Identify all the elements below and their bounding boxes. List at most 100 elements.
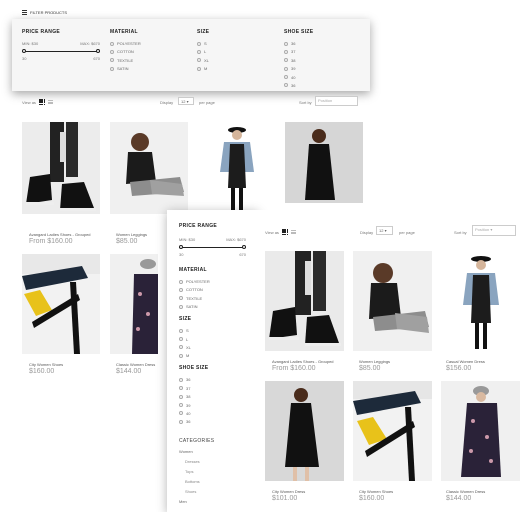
sort-select[interactable]: Position bbox=[315, 96, 358, 106]
product-image[interactable] bbox=[353, 381, 432, 481]
shoe-size-option[interactable]: 38 bbox=[284, 58, 313, 63]
sneakers-photo bbox=[269, 251, 341, 346]
shoe-size-filter: SHOE SIZE 36 37 38 39 40 36 bbox=[284, 29, 313, 91]
display-select[interactable]: 12 ▾ bbox=[178, 97, 194, 105]
size-option[interactable]: XL bbox=[197, 58, 209, 63]
yellow-shoes-photo bbox=[353, 381, 432, 481]
sidebar-size-option[interactable]: L bbox=[179, 337, 246, 342]
category-link[interactable]: Women bbox=[179, 449, 246, 454]
shoe-size-option[interactable]: 39 bbox=[284, 66, 313, 71]
filter-sidebar: PRICE RANGE MIN: $30 MAX: $670 30 670 MA… bbox=[167, 210, 258, 512]
product-image[interactable] bbox=[353, 251, 432, 351]
sidebar-shoe-size-option[interactable]: 38 bbox=[179, 394, 246, 399]
sidebar-material-option[interactable]: TEXTILE bbox=[179, 296, 246, 301]
sneakers-photo bbox=[26, 122, 96, 211]
material-option[interactable]: SATIN bbox=[110, 66, 141, 71]
list-view-icon[interactable] bbox=[291, 230, 297, 235]
product-name[interactable]: City Women Dress bbox=[272, 489, 305, 494]
category-link[interactable]: Bottoms bbox=[185, 479, 246, 484]
shoe-size-option[interactable]: 40 bbox=[284, 75, 313, 80]
front-display-select[interactable]: 12 ▾ bbox=[376, 226, 393, 235]
denim-jacket-photo bbox=[220, 127, 254, 212]
sidebar-shoe-size-option[interactable]: 37 bbox=[179, 386, 246, 391]
product-image[interactable] bbox=[110, 122, 188, 214]
sidebar-size-option[interactable]: M bbox=[179, 353, 246, 358]
product-image[interactable] bbox=[198, 122, 276, 214]
grid-view-icon[interactable] bbox=[281, 229, 289, 236]
product-image[interactable] bbox=[441, 381, 520, 481]
floral-dress-photo bbox=[461, 386, 501, 477]
sidebar-material-title: MATERIAL bbox=[179, 267, 207, 273]
front-product-area: View as Display 12 ▾ per page Sort by Po… bbox=[258, 210, 527, 512]
product-name[interactable]: City Women Shoes bbox=[29, 362, 63, 367]
shoe-size-option[interactable]: 37 bbox=[284, 49, 313, 54]
category-link[interactable]: Shoes bbox=[185, 489, 246, 494]
sort-by-label: Sort by bbox=[299, 100, 312, 105]
grid-view-icon[interactable] bbox=[38, 99, 46, 106]
view-as-label: View as bbox=[22, 99, 36, 105]
sidebar-shoe-size-option[interactable]: 40 bbox=[179, 411, 246, 416]
price-max-label: MAX: $670 bbox=[80, 41, 100, 46]
sidebar-shoe-size-option[interactable]: 36 bbox=[179, 419, 246, 424]
product-name[interactable]: Women Leggings bbox=[359, 359, 390, 364]
size-option[interactable]: S bbox=[197, 41, 209, 46]
price-min-label: MIN: $30 bbox=[22, 41, 39, 46]
price-range-filter: PRICE RANGE MIN: $30 MAX: $670 30 670 bbox=[22, 29, 100, 61]
list-view-icon[interactable] bbox=[48, 100, 54, 105]
sidebar-price-title: PRICE RANGE bbox=[179, 223, 218, 229]
product-name[interactable]: Avangard Ladies Shoes - Grouped bbox=[29, 232, 91, 237]
sidebar-shoe-size-option[interactable]: 36 bbox=[179, 377, 246, 382]
black-dress-photo bbox=[305, 129, 335, 200]
product-image[interactable] bbox=[441, 251, 520, 351]
view-as-control: View as bbox=[22, 99, 54, 106]
product-image[interactable] bbox=[22, 254, 100, 354]
product-image[interactable] bbox=[110, 254, 158, 354]
sidebar-slider-min-handle[interactable] bbox=[179, 245, 183, 249]
material-option[interactable]: POLYESTER bbox=[110, 41, 141, 46]
sidebar-material-option[interactable]: POLYESTER bbox=[179, 279, 246, 284]
shoe-size-option[interactable]: 36 bbox=[284, 41, 313, 46]
price-slider-min-handle[interactable] bbox=[22, 49, 26, 53]
product-price: $160.00 bbox=[29, 368, 55, 375]
sidebar-size-option[interactable]: S bbox=[179, 328, 246, 333]
category-link[interactable]: Men bbox=[179, 499, 246, 504]
material-option[interactable]: TEXTILE bbox=[110, 58, 141, 63]
floral-dress-photo bbox=[132, 259, 158, 354]
category-link[interactable]: Tops bbox=[185, 469, 246, 474]
sidebar-shoe-size-option[interactable]: 39 bbox=[179, 403, 246, 408]
front-per-page-label: per page bbox=[399, 230, 415, 235]
price-slider-max-handle[interactable] bbox=[96, 49, 100, 53]
front-sort-select[interactable]: Position ▾ bbox=[472, 225, 516, 236]
product-name[interactable]: Classic Women Dress bbox=[116, 362, 155, 367]
product-image[interactable] bbox=[22, 122, 100, 214]
product-image[interactable] bbox=[265, 251, 344, 351]
shoe-size-title: SHOE SIZE bbox=[284, 29, 314, 35]
price-slider[interactable] bbox=[22, 49, 100, 53]
product-name[interactable]: Women Leggings bbox=[116, 232, 147, 237]
leggings-photo bbox=[369, 263, 429, 333]
shoe-size-option[interactable]: 36 bbox=[284, 83, 313, 88]
size-option[interactable]: M bbox=[197, 66, 209, 71]
product-price: $144.00 bbox=[446, 495, 472, 502]
sidebar-size-option[interactable]: XL bbox=[179, 345, 246, 350]
product-name[interactable]: Casual Women Dress bbox=[446, 359, 485, 364]
sidebar-material-option[interactable]: SATIN bbox=[179, 304, 246, 309]
product-name[interactable]: Avangard Ladies Shoes - Grouped bbox=[272, 359, 334, 364]
sidebar-slider-max-handle[interactable] bbox=[242, 245, 246, 249]
product-image[interactable] bbox=[285, 122, 363, 203]
material-title: MATERIAL bbox=[110, 29, 138, 35]
sidebar-price-slider[interactable] bbox=[179, 245, 246, 249]
sidebar-material-option[interactable]: COTTON bbox=[179, 287, 246, 292]
size-option[interactable]: L bbox=[197, 49, 209, 54]
filter-products-label: FILTER PRODUCTS bbox=[30, 10, 68, 15]
product-image[interactable] bbox=[265, 381, 344, 481]
category-link[interactable]: Dresses bbox=[185, 459, 246, 464]
product-name[interactable]: City Women Shoes bbox=[359, 489, 393, 494]
product-price: From $160.00 bbox=[272, 365, 316, 372]
product-name[interactable]: Classic Women Dress bbox=[446, 489, 485, 494]
front-view-as: View as bbox=[265, 229, 297, 236]
sidebar-size-title: SIZE bbox=[179, 316, 192, 323]
material-filter: MATERIAL POLYESTER COTTON TEXTILE SATIN bbox=[110, 29, 141, 75]
filter-toggle[interactable]: FILTER PRODUCTS bbox=[22, 10, 67, 15]
material-option[interactable]: COTTON bbox=[110, 49, 141, 54]
